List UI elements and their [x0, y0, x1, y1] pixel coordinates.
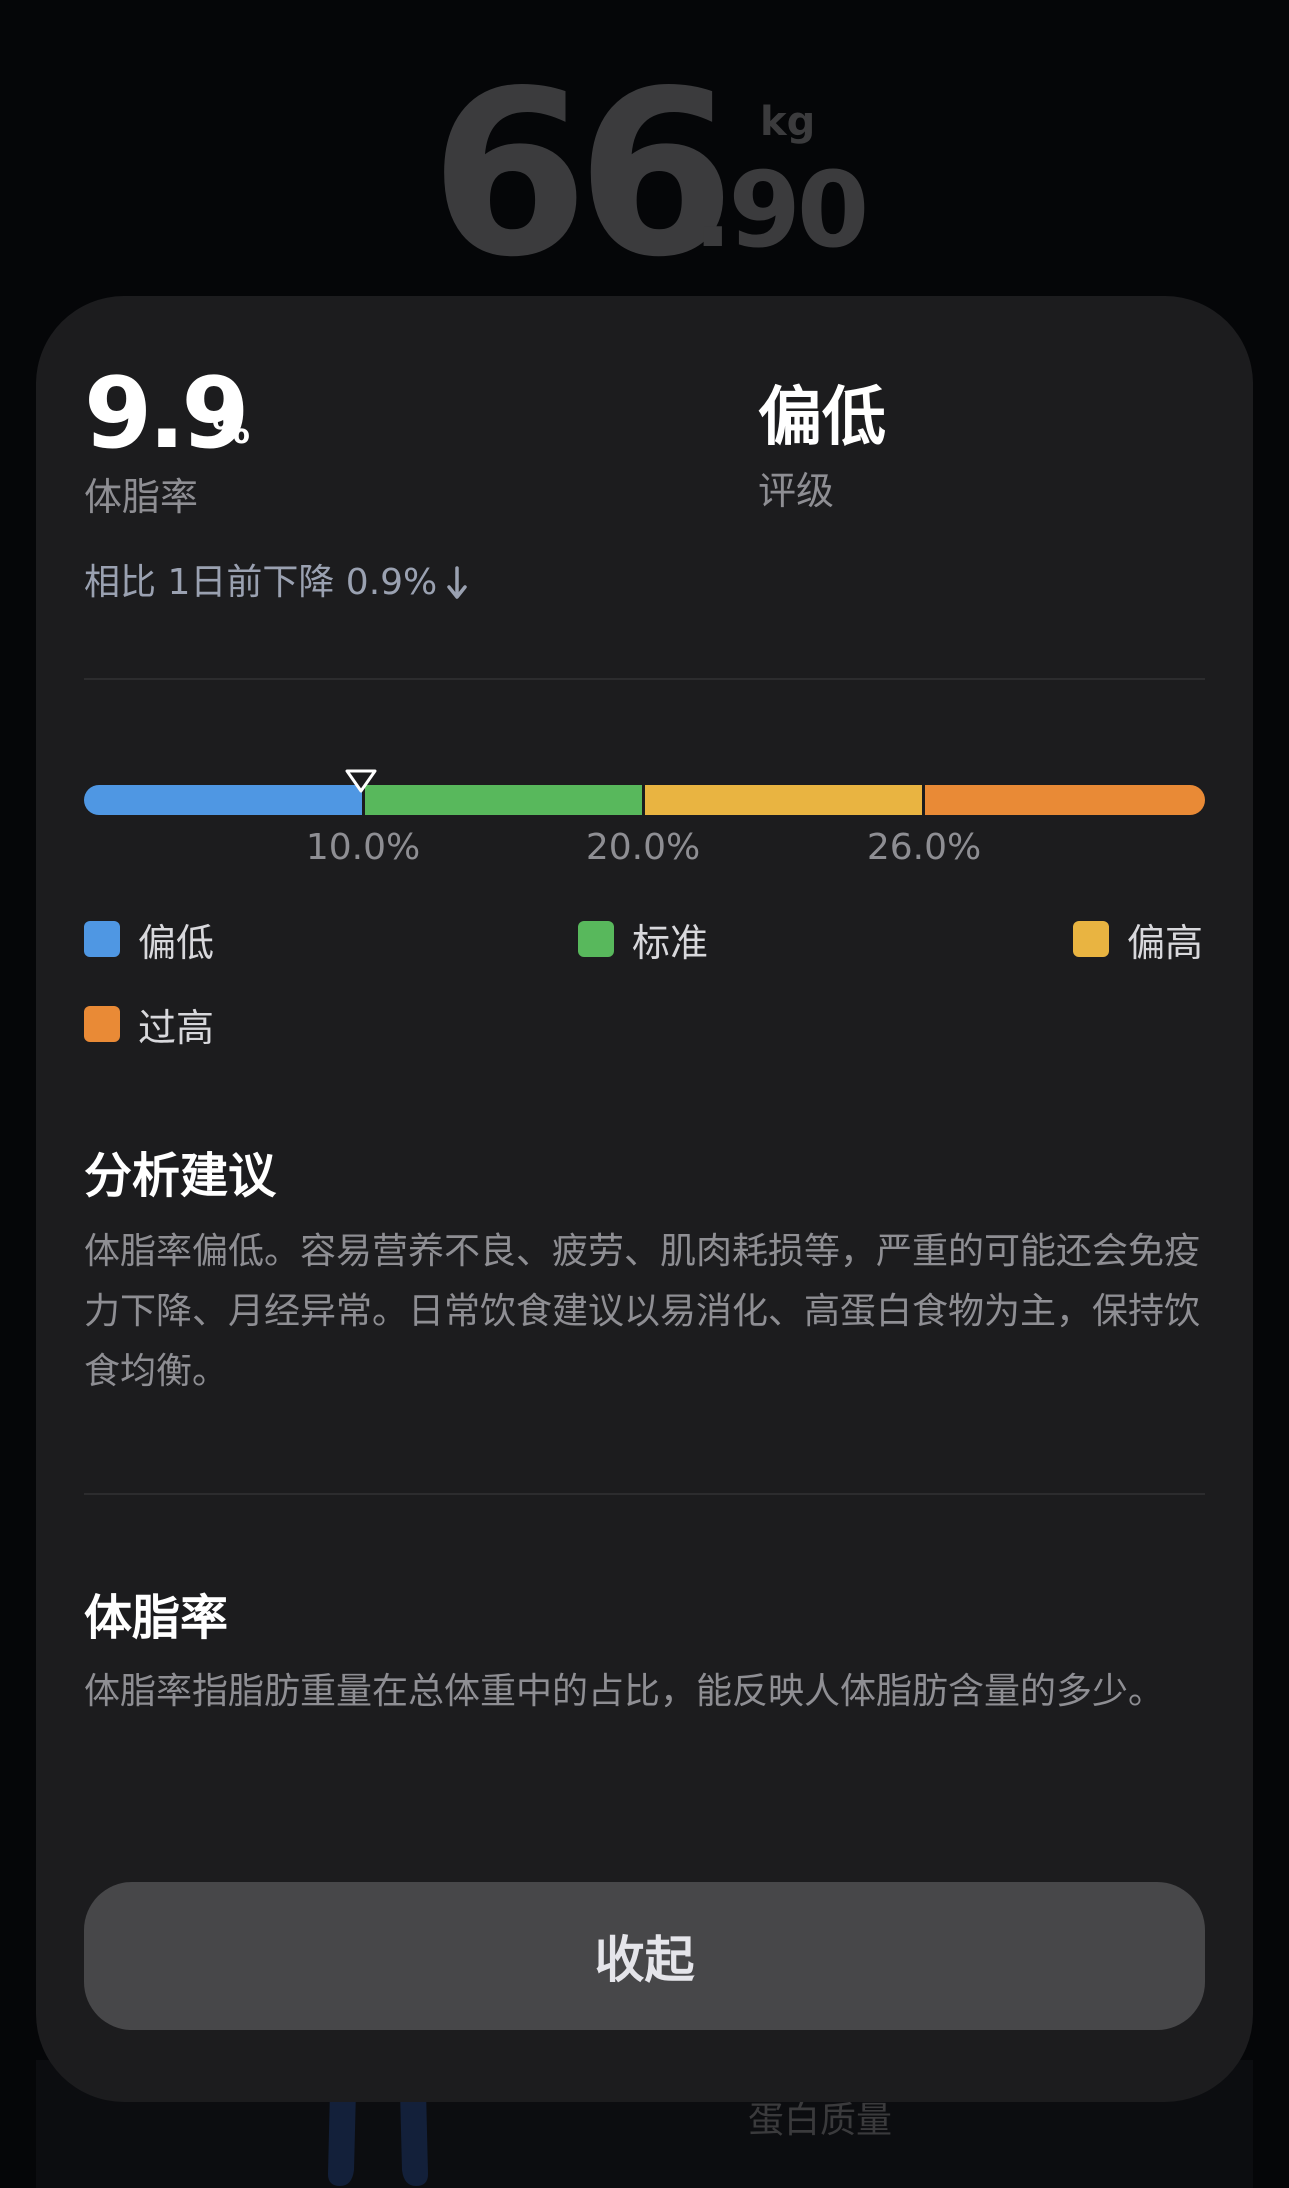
divider [84, 678, 1205, 680]
current-value-marker-icon [345, 769, 377, 793]
grade-value: 偏低 [758, 381, 886, 455]
legend-label: 过高 [138, 1005, 215, 1050]
grade-label: 评级 [758, 469, 835, 513]
legend-swatch [1073, 921, 1109, 957]
legend-swatch [84, 1006, 120, 1042]
legend-swatch [578, 921, 614, 957]
analysis-body: 体脂率偏低。容易营养不良、疲劳、肌肉耗损等，严重的可能还会免疫力下降、月经异常。… [84, 1231, 1201, 1392]
legend-item-very-high: 过高 [84, 999, 215, 1050]
analysis-title: 分析建议 [84, 1148, 277, 1204]
body-figure-icon [328, 2090, 428, 2186]
legend-item-high: 偏高 [1073, 914, 1204, 965]
divider [84, 1493, 1205, 1495]
threshold-label: 26.0% [866, 827, 982, 868]
comparison-label: 相比 1日前下降 0.9% [84, 562, 438, 603]
legend-label: 偏低 [138, 920, 215, 965]
legend-item-low: 偏低 [84, 914, 215, 965]
arrow-down-icon [447, 566, 468, 599]
protein-mass-label: 蛋白质量 [748, 2100, 893, 2141]
definition-body: 体脂率指脂肪重量在总体重中的占比，能反映人体脂肪含量的多少。 [84, 1671, 1165, 1712]
range-segment-low [84, 785, 362, 815]
legend-swatch [84, 921, 120, 957]
body-fat-unit: % [212, 408, 251, 452]
collapse-button[interactable]: 收起 [84, 1882, 1205, 2030]
threshold-label: 20.0% [585, 827, 701, 868]
legend-label: 偏高 [1127, 920, 1204, 965]
range-segment-high [645, 785, 922, 815]
weight-unit: kg [760, 99, 816, 145]
legend-label: 标准 [632, 920, 709, 965]
threshold-label: 10.0% [305, 827, 421, 868]
weight-decimal: .90 [693, 149, 869, 271]
range-segment-standard [365, 785, 642, 815]
comparison-text: 相比 1日前下降 0.9% [84, 558, 469, 608]
body-fat-detail-sheet: 9.9 % 体脂率 偏低 评级 相比 1日前下降 0.9% 10.0% 20.0… [36, 296, 1253, 2102]
legend-item-standard: 标准 [578, 914, 709, 965]
range-bar [84, 785, 1205, 815]
range-segment-very-high [925, 785, 1205, 815]
definition-title: 体脂率 [84, 1590, 229, 1646]
weight-integer: 66 [430, 41, 735, 307]
body-fat-label: 体脂率 [84, 475, 199, 519]
weight-display: 66 .90 kg [0, 60, 1289, 288]
